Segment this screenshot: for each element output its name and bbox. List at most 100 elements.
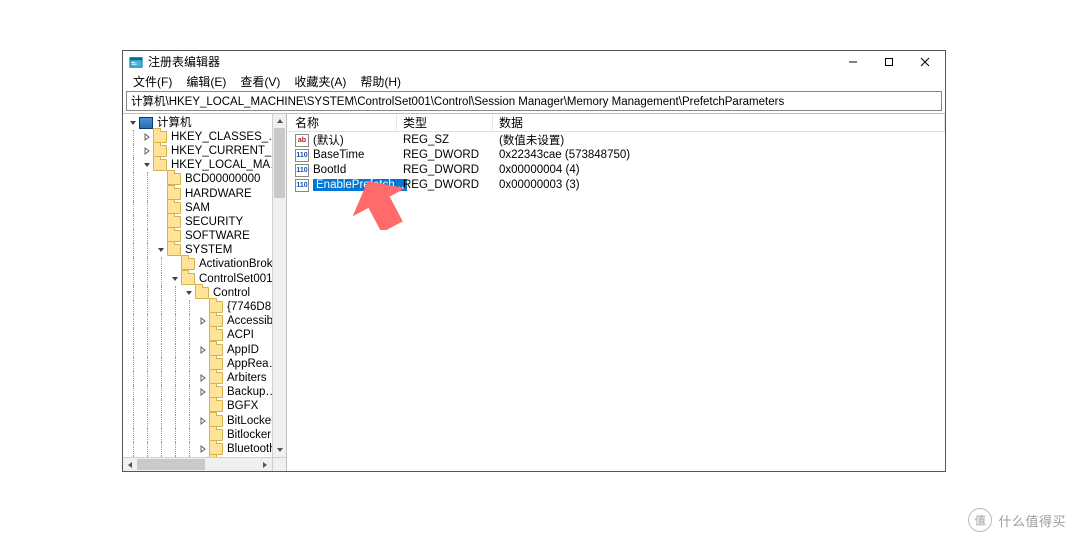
tree-item-label: Control <box>212 286 251 300</box>
list-header[interactable]: 名称 类型 数据 <box>287 114 945 132</box>
folder-icon <box>153 131 167 143</box>
tree-item[interactable]: 计算机 <box>127 116 286 130</box>
scroll-down-button[interactable] <box>273 443 286 457</box>
tree-item[interactable]: ControlSet001 <box>127 272 286 286</box>
chevron-down-icon[interactable] <box>169 272 181 286</box>
tree-item-label: ControlSet001 <box>198 272 274 286</box>
chevron-right-icon[interactable] <box>197 343 209 357</box>
tree-item[interactable]: BitLocker <box>127 413 286 427</box>
folder-icon <box>209 344 223 356</box>
chevron-right-icon[interactable] <box>197 442 209 456</box>
value-data: 0x00000003 (3) <box>493 178 945 193</box>
chevron-right-icon[interactable] <box>141 130 153 144</box>
list-row[interactable]: 110BaseTimeREG_DWORD0x22343cae (57384875… <box>287 148 945 163</box>
list-row[interactable]: ab(默认)REG_SZ(数值未设置) <box>287 133 945 148</box>
tree-item[interactable]: Bluetooth <box>127 442 286 456</box>
tree-item-label: BitLocker <box>226 414 276 428</box>
maximize-button[interactable] <box>871 51 907 72</box>
chevron-right-icon[interactable] <box>197 414 209 428</box>
column-header-name[interactable]: 名称 <box>289 114 397 131</box>
value-name: BaseTime <box>313 149 364 161</box>
value-type: REG_DWORD <box>397 163 493 178</box>
folder-icon <box>181 273 195 285</box>
tree-item[interactable]: ActivationBroker <box>127 257 286 271</box>
tree-item-label: ACPI <box>226 328 255 342</box>
watermark-logo-icon: 值 <box>968 508 992 532</box>
tree-item-label: BGFX <box>226 399 259 413</box>
folder-icon <box>167 188 181 200</box>
folder-icon <box>209 443 223 455</box>
folder-icon <box>209 429 223 441</box>
folder-icon <box>153 159 167 171</box>
tree-item[interactable]: SECURITY <box>127 215 286 229</box>
watermark: 值 什么值得买 <box>968 508 1066 532</box>
tree-item[interactable]: HKEY_LOCAL_MACHINE <box>127 158 286 172</box>
list-row[interactable]: 110BootIdREG_DWORD0x00000004 (4) <box>287 163 945 178</box>
folder-icon <box>209 400 223 412</box>
list-row[interactable]: 110EnablePrefetch...REG_DWORD0x00000003 … <box>287 178 945 193</box>
tree-panel: 计算机HKEY_CLASSES_ROOTHKEY_CURRENT_USERHKE… <box>123 114 287 471</box>
list-body[interactable]: ab(默认)REG_SZ(数值未设置) 110 BaseTime REG_DWORD0… <box>287 132 945 471</box>
column-header-data[interactable]: 数据 <box>493 114 945 131</box>
tree-item[interactable]: Control <box>127 286 286 300</box>
tree-item-label: SOFTWARE <box>184 229 251 243</box>
chevron-right-icon[interactable] <box>197 314 209 328</box>
scroll-thumb[interactable] <box>137 459 205 470</box>
chevron-right-icon[interactable] <box>141 144 153 158</box>
tree-item[interactable]: SOFTWARE <box>127 229 286 243</box>
close-button[interactable] <box>907 51 943 72</box>
tree-item[interactable]: AccessibilityS <box>127 314 286 328</box>
tree-item[interactable]: BCD00000000 <box>127 172 286 186</box>
menu-item[interactable]: 帮助(H) <box>353 72 408 91</box>
menubar: 文件(F)编辑(E)查看(V)收藏夹(A)帮助(H) <box>123 72 945 91</box>
menu-item[interactable]: 收藏夹(A) <box>287 72 353 91</box>
tree-vertical-scrollbar[interactable] <box>272 114 286 457</box>
tree-item[interactable]: ACPI <box>127 328 286 342</box>
tree-item[interactable]: BitlockerStatu <box>127 428 286 442</box>
tree-item[interactable]: SAM <box>127 201 286 215</box>
titlebar: 注册表编辑器 <box>123 51 945 72</box>
tree-item-label: SYSTEM <box>184 243 233 257</box>
tree-item[interactable]: HARDWARE <box>127 186 286 200</box>
folder-icon <box>209 372 223 384</box>
chevron-right-icon[interactable] <box>197 371 209 385</box>
menu-item[interactable]: 文件(F) <box>126 72 179 91</box>
chevron-right-icon[interactable] <box>197 385 209 399</box>
value-data: 0x00000004 (4) <box>493 163 945 178</box>
twisty-none <box>197 357 209 371</box>
tree-item-label: HKEY_LOCAL_MACHINE <box>170 158 286 172</box>
chevron-down-icon[interactable] <box>141 158 153 172</box>
reg-dword-icon: 110 <box>295 164 309 177</box>
scroll-up-button[interactable] <box>273 114 286 128</box>
tree-item-label: SECURITY <box>184 215 244 229</box>
folder-icon <box>167 230 181 242</box>
tree-item-label: 计算机 <box>156 116 193 130</box>
menu-item[interactable]: 查看(V) <box>233 72 287 91</box>
address-text: 计算机\HKEY_LOCAL_MACHINE\SYSTEM\ControlSet… <box>131 93 784 109</box>
tree-horizontal-scrollbar[interactable] <box>123 457 272 471</box>
value-type: REG_DWORD <box>397 148 493 163</box>
tree-item[interactable]: AppID <box>127 343 286 357</box>
address-bar[interactable]: 计算机\HKEY_LOCAL_MACHINE\SYSTEM\ControlSet… <box>126 91 942 110</box>
tree-item[interactable]: HKEY_CURRENT_USER <box>127 144 286 158</box>
tree-item-label: HKEY_CLASSES_ROOT <box>170 130 286 144</box>
scroll-right-button[interactable] <box>258 458 272 471</box>
tree-item[interactable]: SYSTEM <box>127 243 286 257</box>
tree-item[interactable]: BackupResto <box>127 385 286 399</box>
chevron-down-icon[interactable] <box>127 116 139 130</box>
tree-item[interactable]: HKEY_CLASSES_ROOT <box>127 130 286 144</box>
menu-item[interactable]: 编辑(E) <box>179 72 233 91</box>
tree-item[interactable]: AppReadines <box>127 357 286 371</box>
chevron-down-icon[interactable] <box>155 243 167 257</box>
tree-item[interactable]: {7746D80F-97 <box>127 300 286 314</box>
twisty-none <box>197 328 209 342</box>
key-tree[interactable]: 计算机HKEY_CLASSES_ROOTHKEY_CURRENT_USERHKE… <box>123 114 286 471</box>
tree-item[interactable]: BGFX <box>127 399 286 413</box>
column-header-type[interactable]: 类型 <box>397 114 493 131</box>
tree-item[interactable]: Arbiters <box>127 371 286 385</box>
chevron-down-icon[interactable] <box>183 286 195 300</box>
minimize-button[interactable] <box>835 51 871 72</box>
folder-icon <box>181 258 195 270</box>
scroll-left-button[interactable] <box>123 458 137 471</box>
scroll-thumb[interactable] <box>274 128 285 198</box>
